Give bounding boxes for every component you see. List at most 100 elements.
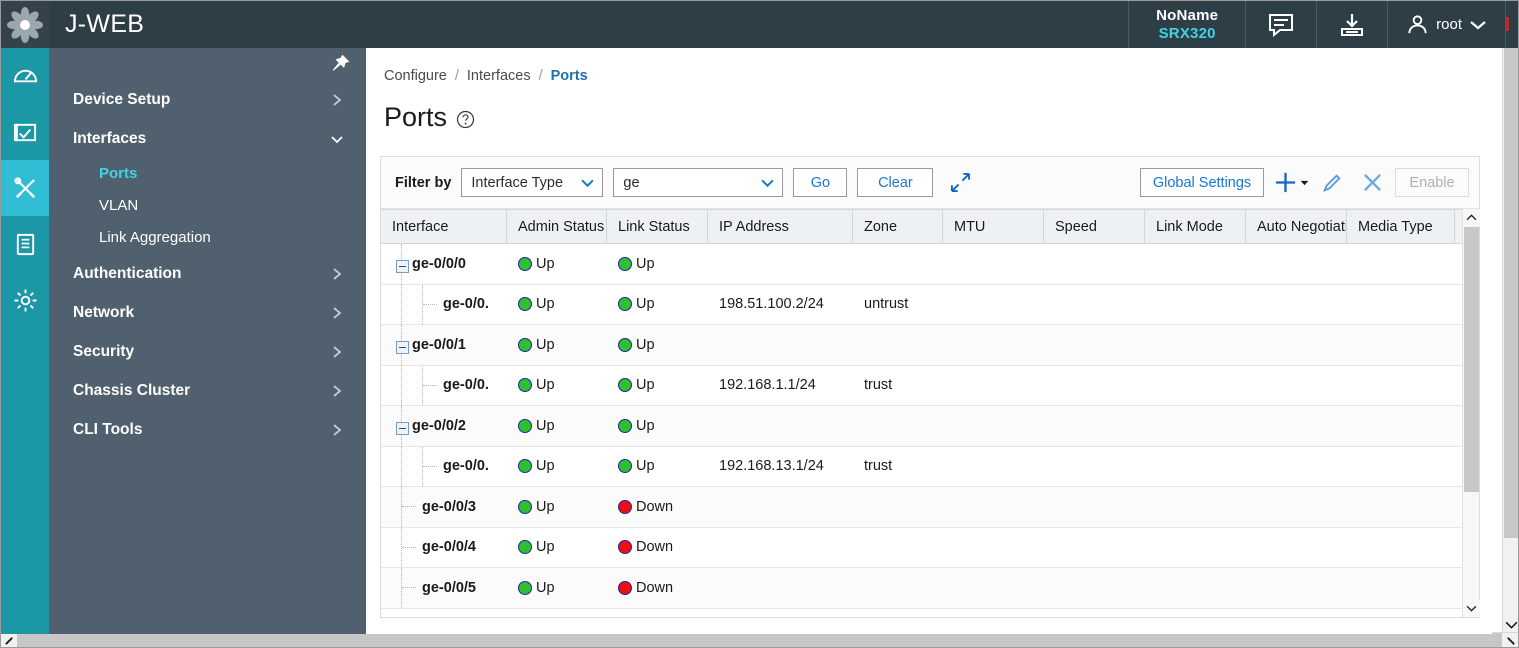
go-button[interactable]: Go	[793, 168, 848, 197]
cell-zone	[853, 244, 943, 284]
filter-value-select[interactable]: ge	[613, 168, 784, 197]
column-header-admin-status[interactable]: Admin Status	[507, 210, 607, 243]
filter-type-select[interactable]: Interface Type	[461, 168, 604, 197]
table-row[interactable]: ge-0/0/4 Up Down	[381, 527, 1479, 568]
page-horizontal-scrollbar[interactable]	[1, 632, 1518, 647]
sidebar-item-label: CLI Tools	[73, 421, 143, 438]
delete-button[interactable]	[1355, 168, 1389, 198]
user-menu-button[interactable]: root	[1388, 1, 1505, 48]
sidebar-rail-dashboard[interactable]	[1, 48, 49, 104]
table-row[interactable]: ge-0/0/3 Up Down	[381, 487, 1479, 528]
breadcrumb-separator: /	[538, 68, 543, 84]
table-row[interactable]: ge-0/0. Up Up 198.51.100.2/24 untrust	[381, 284, 1479, 325]
chevron-down-icon	[1469, 19, 1487, 31]
add-button-group[interactable]	[1274, 171, 1309, 194]
collapse-minus-icon[interactable]	[396, 340, 409, 354]
table-row[interactable]: ge-0/0. Up Up 192.168.13.1/24 trust	[381, 446, 1479, 487]
chevron-right-icon	[330, 306, 344, 320]
table-row[interactable]: ge-0/0/2 Up Up	[381, 406, 1479, 447]
sidebar-rail-configure[interactable]	[1, 160, 49, 216]
sidebar-item-ports[interactable]: Ports	[49, 157, 366, 189]
sidebar-rail-monitor[interactable]	[1, 104, 49, 160]
column-header-auto-negotiation[interactable]: Auto Negotiation	[1246, 210, 1347, 243]
chevron-right-icon	[330, 267, 344, 281]
column-header-speed[interactable]: Speed	[1044, 210, 1145, 243]
sidebar-item-network[interactable]: Network	[49, 295, 366, 331]
app-logo-cell[interactable]	[1, 1, 49, 48]
cell-speed	[1044, 285, 1145, 325]
link-status-label: Up	[636, 255, 655, 272]
table-row[interactable]: ge-0/0/0 Up Up	[381, 244, 1479, 285]
column-header-ip-address[interactable]: IP Address	[708, 210, 853, 243]
column-header-mtu[interactable]: MTU	[943, 210, 1044, 243]
download-button[interactable]	[1317, 1, 1387, 48]
table-row[interactable]: ge-0/0/1 Up Up	[381, 325, 1479, 366]
table-row[interactable]: ge-0/0/5 Up Down	[381, 568, 1479, 609]
table-body: ge-0/0/0 Up Up ge-0/0. Up Up 198.51.100.…	[381, 244, 1479, 617]
column-header-link-status[interactable]: Link Status	[607, 210, 708, 243]
status-dot-down	[618, 540, 632, 555]
comment-button[interactable]	[1246, 1, 1316, 48]
page-vertical-scrollbar[interactable]	[1502, 48, 1518, 634]
column-header-media-type[interactable]: Media Type	[1347, 210, 1455, 243]
cell-zone	[853, 406, 943, 446]
interface-name: ge-0/0.	[443, 377, 489, 394]
sidebar-item-device-setup[interactable]: Device Setup	[49, 82, 366, 118]
page-title: Ports	[384, 101, 448, 132]
device-info-cell[interactable]: NoName SRX320	[1129, 1, 1245, 48]
table-row[interactable]: ge-0/0. Up Up 192.168.1.1/24 trust	[381, 365, 1479, 406]
cell-media-type	[1347, 406, 1455, 446]
help-question-icon[interactable]	[456, 110, 475, 129]
cell-auto-negotiation	[1246, 285, 1347, 325]
collapse-minus-icon[interactable]	[396, 259, 409, 273]
link-status-label: Up	[636, 296, 655, 313]
admin-status-label: Up	[536, 336, 555, 353]
filter-type-value: Interface Type	[471, 174, 564, 191]
page-hscroll-right-button[interactable]	[1502, 632, 1518, 647]
expand-table-button[interactable]	[943, 168, 977, 198]
sidebar-item-interfaces[interactable]: Interfaces	[49, 121, 366, 157]
cell-admin-status: Up	[507, 487, 607, 527]
cell-zone	[853, 528, 943, 568]
edit-button[interactable]	[1315, 168, 1349, 198]
sidebar-item-link-aggregation[interactable]: Link Aggregation	[49, 221, 366, 253]
header-right-edge	[1504, 1, 1518, 48]
breadcrumb-item-configure[interactable]: Configure	[384, 68, 447, 84]
table-scroll-down-button[interactable]	[1463, 600, 1480, 617]
sidebar-rail-administration[interactable]	[1, 272, 49, 328]
page-hscroll-left-button[interactable]	[1, 632, 17, 647]
column-header-zone[interactable]: Zone	[853, 210, 943, 243]
pin-icon[interactable]	[328, 54, 350, 76]
status-dot-up	[518, 418, 532, 433]
global-settings-button[interactable]: Global Settings	[1140, 168, 1264, 197]
breadcrumb-item-interfaces[interactable]: Interfaces	[467, 68, 531, 84]
column-header-interface[interactable]: Interface	[381, 210, 507, 243]
chevron-right-icon	[330, 384, 344, 398]
sidebar-item-vlan[interactable]: VLAN	[49, 189, 366, 221]
sidebar-item-authentication[interactable]: Authentication	[49, 256, 366, 292]
column-header-link-mode[interactable]: Link Mode	[1145, 210, 1246, 243]
filter-toolbar: Filter by Interface Type ge Go Clear Glo…	[381, 157, 1479, 209]
link-status-label: Down	[636, 498, 674, 515]
reports-document-icon	[13, 232, 38, 257]
chevron-right-icon	[330, 423, 344, 437]
sidebar-item-cli-tools[interactable]: CLI Tools	[49, 412, 366, 448]
cell-admin-status: Up	[507, 325, 607, 365]
page-scroll-thumb[interactable]	[1504, 48, 1518, 538]
cell-speed	[1044, 528, 1145, 568]
interface-name: ge-0/0/3	[422, 498, 476, 515]
status-dot-up	[518, 337, 532, 352]
sidebar-item-security[interactable]: Security	[49, 334, 366, 370]
table-scroll-up-button[interactable]	[1463, 209, 1480, 226]
sidebar-item-chassis-cluster[interactable]: Chassis Cluster	[49, 373, 366, 409]
collapse-minus-icon[interactable]	[396, 421, 409, 435]
table-scroll-thumb[interactable]	[1464, 227, 1479, 492]
sidebar-rail-reports[interactable]	[1, 216, 49, 272]
page-hscroll-thumb[interactable]	[17, 632, 1457, 647]
clear-button[interactable]: Clear	[857, 168, 934, 197]
cell-mtu	[943, 568, 1044, 608]
table-vertical-scrollbar[interactable]	[1462, 209, 1480, 617]
status-dot-down	[618, 580, 632, 595]
cell-ip-address	[708, 244, 853, 284]
cell-zone: trust	[864, 377, 893, 394]
